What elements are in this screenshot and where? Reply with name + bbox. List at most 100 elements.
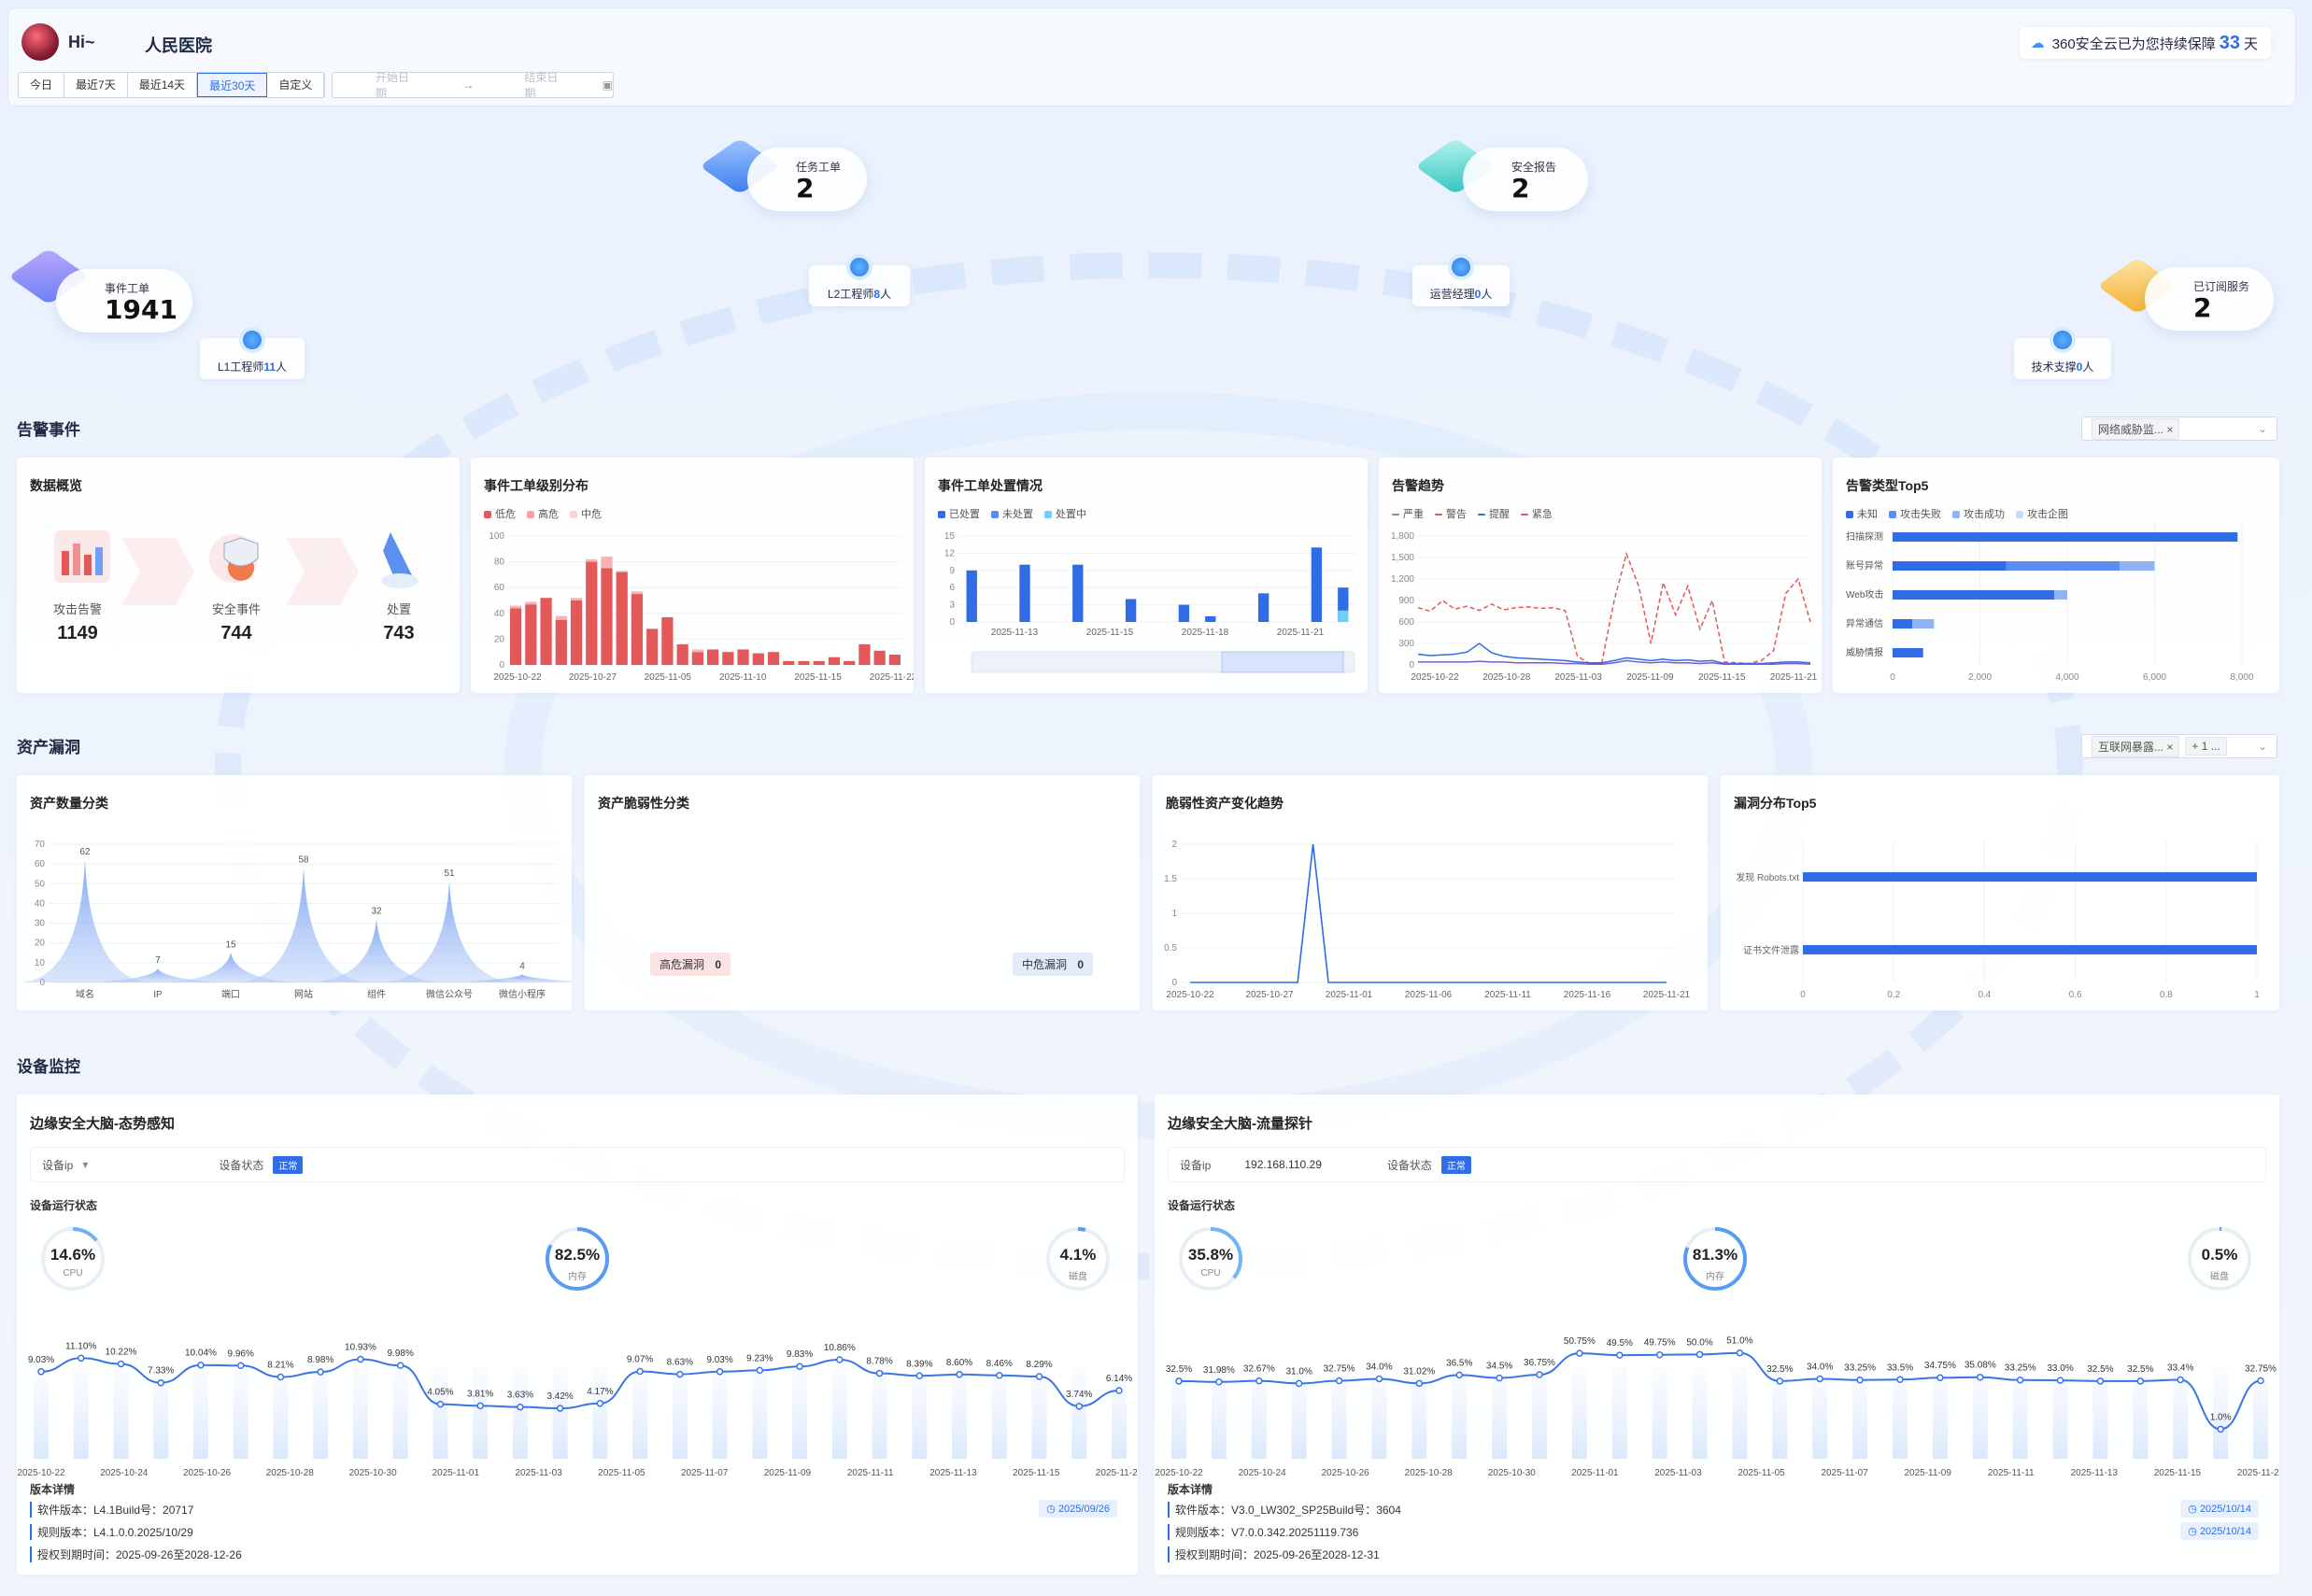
filter-tag[interactable]: 互联网暴露... × — [2092, 735, 2180, 757]
person-ops[interactable]: 运营经理0人 — [1412, 254, 1510, 306]
vuln-class-card: 资产脆弱性分类 高危漏洞 0 中危漏洞 0 — [585, 775, 1140, 1010]
bg-column — [512, 1367, 528, 1459]
x-tick-label: 2025-11-10 — [719, 672, 767, 683]
y-tick-label: 1.5 — [1164, 874, 1177, 884]
x-tick-label: 2,000 — [1968, 672, 1992, 683]
category-label: 发现 Robots.txt — [1736, 871, 1799, 883]
data-point — [1776, 1377, 1784, 1385]
ip-dropdown-icon[interactable]: ▾ — [82, 1158, 88, 1171]
data-point — [1295, 1379, 1303, 1388]
overview-events[interactable]: 安全事件 744 — [185, 600, 288, 644]
data-point — [1655, 1350, 1664, 1359]
bar — [2120, 561, 2155, 571]
data-point — [1255, 1377, 1263, 1385]
y-tick-label: 20 — [35, 939, 46, 949]
area-spike — [383, 882, 516, 982]
l2-count: 8 — [873, 288, 881, 301]
bg-column — [1071, 1367, 1087, 1459]
x-tick-label: 2025-11-21 — [1096, 1468, 1138, 1478]
event-orders-card[interactable]: 事件工单 1941 — [56, 269, 192, 332]
data-point — [915, 1372, 924, 1380]
arrow-icon: → — [462, 78, 475, 92]
bg-column — [113, 1367, 129, 1459]
security-reports-card[interactable]: 安全报告 2 — [1463, 148, 1588, 211]
data-label: 33.25% — [1844, 1363, 1876, 1374]
series-line — [1417, 551, 1811, 665]
bg-column — [632, 1367, 648, 1459]
range-30d[interactable]: 最近30天 — [197, 73, 268, 97]
x-tick-label: 0.4 — [1978, 990, 1991, 1000]
filter-tag-text: 互联网暴露... — [2098, 740, 2164, 754]
range-custom[interactable]: 自定义 — [267, 73, 325, 97]
subscribed-card[interactable]: 已订阅服务 2 — [2145, 267, 2274, 331]
data-label: 49.75% — [1644, 1338, 1676, 1349]
data-label: 62 — [79, 847, 91, 857]
filter-tag[interactable]: 网络威胁监... × — [2092, 417, 2180, 440]
mem-value: 81.3% — [1692, 1246, 1738, 1264]
range-14d[interactable]: 最近14天 — [128, 73, 198, 97]
handling-card: 事件工单处置情况 已处置 未处置 处置中 0 3 6 9 12 15 2025-11-13 2… — [925, 458, 1368, 693]
handled-label: 处置 — [386, 602, 411, 616]
cpu-value: 14.6% — [50, 1246, 96, 1264]
alerts-filter-select[interactable]: 网络威胁监... × ⌄ — [2081, 417, 2277, 441]
data-label: 32.5% — [1766, 1364, 1793, 1375]
vuln-mid-badge[interactable]: 中危漏洞 0 — [1013, 953, 1094, 976]
avatar[interactable] — [21, 23, 59, 61]
range-today[interactable]: 今日 — [19, 73, 65, 97]
bg-column — [1611, 1367, 1627, 1459]
range-7d[interactable]: 最近7天 — [64, 73, 128, 97]
overview-handled[interactable]: 处置 743 — [348, 600, 450, 644]
data-point — [277, 1373, 285, 1381]
x-tick-label: 2025-11-13 — [2071, 1468, 2119, 1478]
y-tick-label: 2 — [1171, 840, 1177, 850]
hospital-name: 人民医院 — [145, 36, 212, 55]
data-point — [1175, 1377, 1183, 1385]
bar — [691, 649, 703, 653]
person-tech[interactable]: 技术支撑0人 — [2014, 327, 2111, 379]
bar — [1803, 945, 2257, 954]
bg-column — [912, 1367, 928, 1459]
bar — [1893, 619, 1913, 629]
task-orders-card[interactable]: 任务工单 2 — [747, 148, 867, 211]
data-point — [796, 1363, 803, 1370]
data-point — [517, 1403, 524, 1411]
assets-filter-select[interactable]: 互联网暴露... × + 1 ... ⌄ — [2081, 734, 2277, 758]
bar — [707, 649, 719, 665]
data-label: 49.5% — [1607, 1338, 1633, 1349]
date-range-picker[interactable]: 开始日期 → 结束日期 ▣ — [332, 71, 614, 100]
data-label: 3.42% — [546, 1391, 573, 1402]
bar — [555, 615, 567, 620]
bg-column — [273, 1367, 289, 1459]
ip-label: 设备ip — [42, 1158, 74, 1172]
software-version: 软件版本：V3.0_LW302_SP25Build号：3604 — [1168, 1502, 1401, 1518]
data-point — [1115, 1387, 1123, 1394]
x-tick-label: 2025-10-22 — [1411, 672, 1459, 683]
data-label: 10.04% — [185, 1349, 217, 1359]
calendar-icon: ▣ — [602, 78, 613, 92]
person-l1[interactable]: L1工程师11人 — [200, 327, 305, 379]
data-label: 34.0% — [1807, 1362, 1833, 1372]
y-tick-label: 900 — [1398, 596, 1414, 606]
bar — [888, 654, 901, 665]
person-l2[interactable]: L2工程师8人 — [809, 254, 910, 306]
bar — [858, 643, 871, 665]
mem-label: 内存 — [1706, 1272, 1724, 1282]
bar — [631, 591, 644, 595]
device-right-info: 设备ip 192.168.110.29 设备状态 正常 — [1168, 1147, 2266, 1182]
disk-label: 磁盘 — [1069, 1272, 1087, 1282]
bg-column — [1692, 1367, 1708, 1459]
overview-card: 数据概览 攻击告警 1149 安全事件 744 处置 743 — [17, 458, 460, 693]
data-label: 36.5% — [1446, 1358, 1472, 1368]
data-point — [1215, 1378, 1223, 1386]
data-label: 32.5% — [1166, 1364, 1192, 1375]
y-tick-label: 20 — [494, 634, 505, 644]
y-tick-label: 50 — [35, 879, 46, 889]
x-tick-label: 2025-11-07 — [1821, 1468, 1868, 1478]
cpu-left-chart: 9.03% 11.10% 10.22% 7.33% 10.04% 9.96% 8.21% 8.… — [17, 1341, 1138, 1478]
x-tick-label: 2025-11-05 — [598, 1468, 645, 1478]
vuln-high-badge[interactable]: 高危漏洞 0 — [650, 953, 731, 976]
overview-attack[interactable]: 攻击告警 1149 — [26, 600, 129, 644]
filter-more-tag[interactable]: + 1 ... — [2185, 737, 2227, 756]
data-point — [556, 1405, 564, 1412]
mem-label: 内存 — [568, 1272, 587, 1282]
